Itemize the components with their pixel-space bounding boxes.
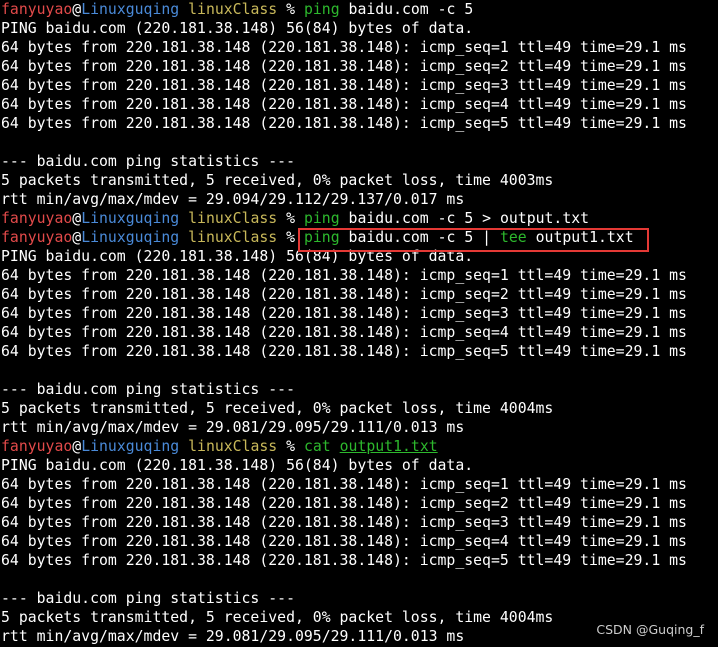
- ping-reply-line: 64 bytes from 220.181.38.148 (220.181.38…: [1, 39, 687, 56]
- stats-title: --- baidu.com ping statistics ---: [1, 153, 295, 170]
- prompt-line-1: fanyuyao@Linuxguqing linuxClass % ping b…: [0, 0, 718, 19]
- tee-output-file: output1.txt: [526, 229, 634, 246]
- command-name: ping: [303, 229, 340, 246]
- prompt-dir: linuxClass: [188, 210, 278, 227]
- prompt-host: Linuxguqing: [81, 210, 180, 227]
- prompt-at: @: [72, 1, 82, 18]
- command-args: baidu.com -c 5: [339, 1, 474, 18]
- prompt-symbol: %: [286, 438, 296, 455]
- command-args: baidu.com -c 5 |: [339, 229, 500, 246]
- tee-command: tee: [499, 229, 527, 246]
- ping-reply-line: 64 bytes from 220.181.38.148 (220.181.38…: [1, 533, 687, 550]
- prompt-at: @: [72, 438, 82, 455]
- prompt-line-4: fanyuyao@Linuxguqing linuxClass % cat ou…: [0, 437, 718, 456]
- ping-reply-line: 64 bytes from 220.181.38.148 (220.181.38…: [1, 552, 687, 569]
- command-name: ping: [303, 1, 340, 18]
- prompt-user: fanyuyao: [1, 438, 73, 455]
- terminal-window[interactable]: fanyuyao@Linuxguqing linuxClass % ping b…: [0, 0, 718, 647]
- command-args: baidu.com -c 5 > output.txt: [339, 210, 590, 227]
- ping-header: PING baidu.com (220.181.38.148) 56(84) b…: [1, 20, 474, 37]
- prompt-host: Linuxguqing: [81, 1, 180, 18]
- prompt-at: @: [72, 210, 82, 227]
- prompt-symbol: %: [286, 229, 296, 246]
- ping-reply-line: 64 bytes from 220.181.38.148 (220.181.38…: [1, 343, 687, 360]
- ping-header: PING baidu.com (220.181.38.148) 56(84) b…: [1, 248, 474, 265]
- stats-title: --- baidu.com ping statistics ---: [1, 590, 295, 607]
- prompt-host: Linuxguqing: [81, 229, 180, 246]
- prompt-line-3: fanyuyao@Linuxguqing linuxClass % ping b…: [0, 228, 718, 247]
- prompt-user: fanyuyao: [1, 1, 73, 18]
- stats-packets: 5 packets transmitted, 5 received, 0% pa…: [1, 172, 554, 189]
- prompt-symbol: %: [286, 210, 296, 227]
- stats-rtt: rtt min/avg/max/mdev = 29.081/29.095/29.…: [1, 419, 465, 436]
- prompt-user: fanyuyao: [1, 229, 73, 246]
- prompt-symbol: %: [286, 1, 296, 18]
- prompt-user: fanyuyao: [1, 210, 73, 227]
- ping-header: PING baidu.com (220.181.38.148) 56(84) b…: [1, 457, 474, 474]
- csdn-watermark: CSDN @Guqing_f: [596, 622, 704, 637]
- stats-title: --- baidu.com ping statistics ---: [1, 381, 295, 398]
- command-name: ping: [303, 210, 340, 227]
- prompt-dir: linuxClass: [188, 438, 278, 455]
- ping-reply-line: 64 bytes from 220.181.38.148 (220.181.38…: [1, 476, 687, 493]
- ping-reply-line: 64 bytes from 220.181.38.148 (220.181.38…: [1, 286, 687, 303]
- prompt-at: @: [72, 229, 82, 246]
- stats-rtt: rtt min/avg/max/mdev = 29.094/29.112/29.…: [1, 191, 465, 208]
- ping-reply-line: 64 bytes from 220.181.38.148 (220.181.38…: [1, 96, 687, 113]
- prompt-line-2: fanyuyao@Linuxguqing linuxClass % ping b…: [0, 209, 718, 228]
- ping-reply-line: 64 bytes from 220.181.38.148 (220.181.38…: [1, 495, 687, 512]
- command-name: cat: [303, 438, 331, 455]
- file-link[interactable]: output1.txt: [340, 438, 438, 455]
- stats-packets: 5 packets transmitted, 5 received, 0% pa…: [1, 400, 554, 417]
- ping-reply-line: 64 bytes from 220.181.38.148 (220.181.38…: [1, 305, 687, 322]
- prompt-host: Linuxguqing: [81, 438, 180, 455]
- prompt-dir: linuxClass: [188, 229, 278, 246]
- ping-reply-line: 64 bytes from 220.181.38.148 (220.181.38…: [1, 514, 687, 531]
- ping-reply-line: 64 bytes from 220.181.38.148 (220.181.38…: [1, 267, 687, 284]
- ping-reply-line: 64 bytes from 220.181.38.148 (220.181.38…: [1, 115, 687, 132]
- ping-reply-line: 64 bytes from 220.181.38.148 (220.181.38…: [1, 77, 687, 94]
- ping-reply-line: 64 bytes from 220.181.38.148 (220.181.38…: [1, 58, 687, 75]
- prompt-dir: linuxClass: [188, 1, 278, 18]
- ping-reply-line: 64 bytes from 220.181.38.148 (220.181.38…: [1, 324, 687, 341]
